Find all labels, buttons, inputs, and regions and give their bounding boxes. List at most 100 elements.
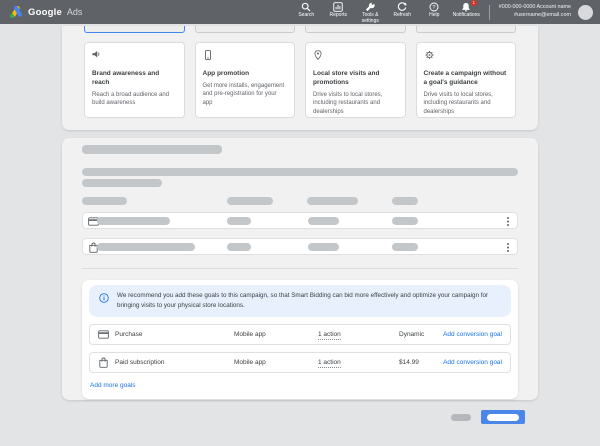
recommended-goal-row-purchase: Purchase Mobile app 1 action Dynamic Add… [89,324,511,345]
goal-card-app-promotion[interactable]: App promotion Get more installs, engagem… [195,42,296,118]
refresh-icon [397,2,407,12]
brand-ads: Ads [67,7,83,17]
credit-card-icon [98,329,109,340]
wrench-icon [365,2,375,12]
search-icon [301,2,311,12]
goal-actions-dropdown[interactable]: 1 action [318,331,399,338]
topbar-divider [489,5,490,20]
location-pin-icon [313,50,323,60]
skeleton-cell [308,217,339,225]
goal-actions-dropdown[interactable]: 1 action [318,359,399,366]
goal-cards-row: Brand awareness and reach Reach a broad … [84,42,516,118]
notifications-badge: 1 [471,0,477,6]
topbar-search[interactable]: Search [293,0,320,19]
skeleton-cell [308,243,339,251]
skeleton-goal-row [82,212,518,229]
google-ads-logo-icon [9,6,23,19]
topbar-refresh[interactable]: Refresh [389,0,416,19]
goal-name-cell: Paid subscription [98,357,234,368]
skeleton-section-title [82,145,222,154]
gear-icon [424,50,435,60]
topbar-nav: Search Reports Tools & settings [293,0,480,24]
help-icon: ? [429,2,439,12]
skeleton-cell [227,217,251,225]
skeleton-cell [392,217,418,225]
topbar-tools-settings[interactable]: Tools & settings [357,0,384,24]
skeleton-column-header [392,197,418,205]
reports-label: Reports [330,13,348,19]
goal-card-clipped-selected[interactable] [84,26,185,33]
goal-name: Paid subscription [115,359,165,366]
skeleton-cell [392,243,418,251]
goal-name-cell: Purchase [98,329,234,340]
recommendation-banner-text: We recommend you add these goals to this… [117,291,502,311]
more-options-icon[interactable] [506,216,510,227]
add-conversion-goal-link[interactable]: Add conversion goal [443,331,502,338]
goal-card-clipped[interactable] [305,26,406,33]
account-id: #000-000-0000 Account name [499,4,571,12]
goal-card-local-store-visits[interactable]: Local store visits and promotions Drive … [305,42,406,118]
notifications-label: Notifications [453,13,480,19]
search-label: Search [298,13,314,19]
google-ads-logo[interactable]: Google Ads [9,6,82,19]
megaphone-icon [92,50,102,60]
skeleton-cell [97,217,170,225]
goal-cards-row-clipped [84,26,516,33]
recommended-goals-card: We recommend you add these goals to this… [82,280,518,399]
info-icon [99,293,109,303]
goal-source: Mobile app [234,359,318,366]
account-info: #000-000-0000 Account name #username@ema… [499,4,571,20]
add-more-goals-link[interactable]: Add more goals [90,382,136,389]
topbar-right: Search Reports Tools & settings [293,0,593,24]
tools-settings-label: Tools & settings [357,13,384,25]
goal-card-title: Local store visits and promotions [313,70,398,88]
topbar-notifications[interactable]: 1 Notifications [453,0,480,19]
goal-card-title: App promotion [203,70,288,79]
skeleton-column-header [227,197,273,205]
goal-selection-section: Brand awareness and reach Reach a broad … [62,26,538,130]
goal-card-description: Get more installs, engagement and pre-re… [203,82,288,108]
goal-card-description: Drive visits to local stores, including … [424,91,509,117]
back-button-skeleton[interactable] [451,414,471,421]
skeleton-column-header [307,197,358,205]
skeleton-column-header [82,197,127,205]
goal-card-title: Brand awareness and reach [92,70,177,88]
svg-text:?: ? [433,5,436,11]
help-label: Help [429,13,439,19]
next-button-label-skeleton [487,414,519,421]
goal-source: Mobile app [234,331,318,338]
topbar-help[interactable]: ? Help [421,0,448,19]
skeleton-cell [227,243,251,251]
goal-value: Dynamic [399,331,443,338]
brand-google: Google [28,7,62,18]
skeleton-text-line [82,179,162,187]
more-options-icon[interactable] [506,242,510,253]
goal-card-clipped[interactable] [195,26,296,33]
recommended-goal-row-paid-subscription: Paid subscription Mobile app 1 action $1… [89,352,511,373]
wizard-footer [451,410,525,424]
goal-card-title: Create a campaign without a goal's guida… [424,70,509,88]
goal-name: Purchase [115,331,142,338]
goal-card-description: Reach a broad audience and build awarene… [92,91,177,108]
refresh-label: Refresh [394,13,412,19]
conversion-goals-section: We recommend you add these goals to this… [62,138,538,400]
smartphone-icon [203,50,213,60]
next-button-skeleton[interactable] [481,410,525,424]
avatar[interactable] [578,5,593,20]
bell-icon [461,2,471,12]
top-app-bar: Google Ads Search Reports [0,0,600,24]
skeleton-table-header [82,197,518,205]
topbar-reports[interactable]: Reports [325,0,352,19]
account-email: #username@email.com [499,12,571,20]
goal-card-description: Drive visits to local stores, including … [313,91,398,117]
skeleton-text-line [82,168,518,176]
goal-card-no-guidance[interactable]: Create a campaign without a goal's guida… [416,42,517,118]
goal-card-clipped[interactable] [416,26,517,33]
skeleton-cell [97,243,195,251]
goal-card-brand-awareness[interactable]: Brand awareness and reach Reach a broad … [84,42,185,118]
goal-value: $14.99 [399,359,443,366]
add-conversion-goal-link[interactable]: Add conversion goal [443,359,502,366]
recommendation-banner: We recommend you add these goals to this… [89,285,511,317]
shopping-bag-icon [98,357,109,368]
section-divider [82,268,518,269]
